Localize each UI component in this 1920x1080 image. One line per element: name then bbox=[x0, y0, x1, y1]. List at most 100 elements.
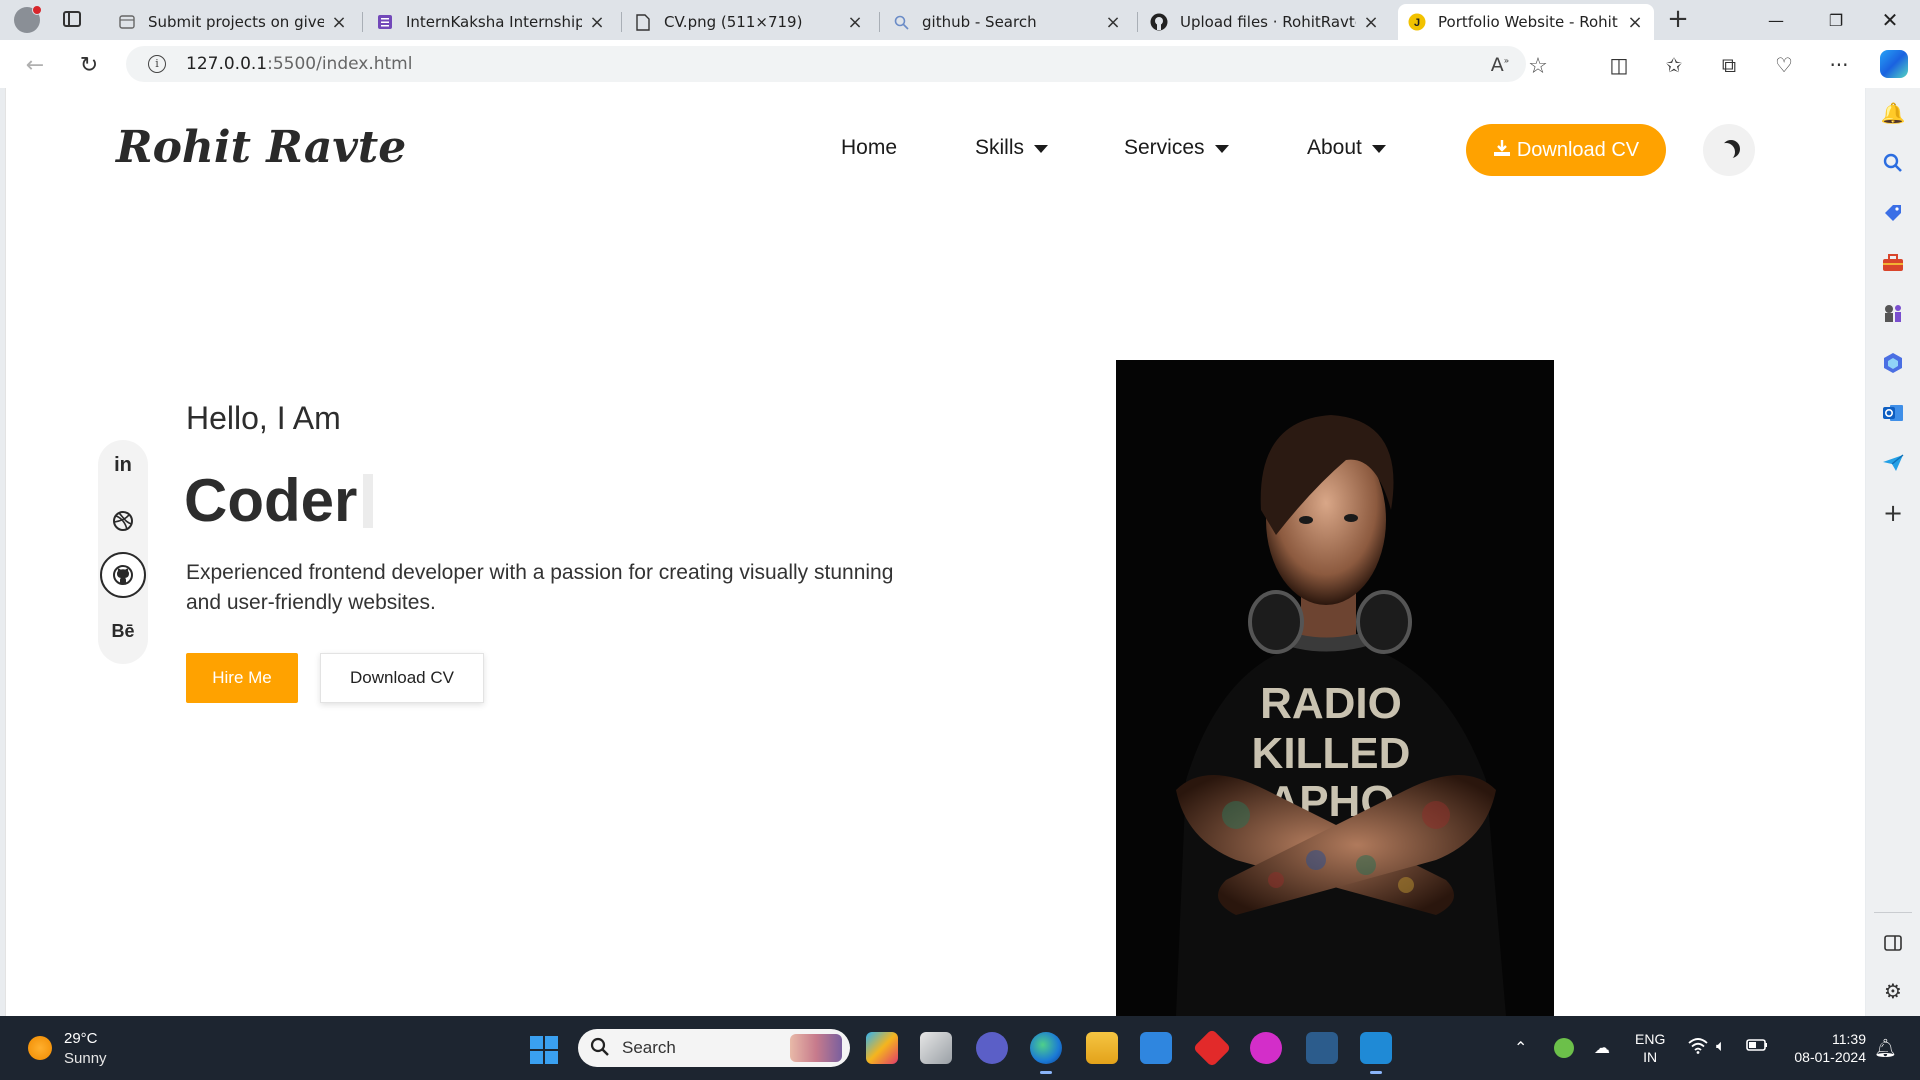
browser-tab[interactable]: CV.png (511×719) × bbox=[624, 4, 874, 40]
hide-sidebar-icon[interactable] bbox=[1880, 930, 1906, 956]
weather-condition[interactable]: Sunny bbox=[64, 1050, 107, 1067]
close-tab-icon[interactable]: × bbox=[1104, 12, 1122, 33]
language-indicator[interactable]: ENG IN bbox=[1635, 1030, 1665, 1066]
remote-desktop-icon[interactable] bbox=[1306, 1032, 1338, 1064]
onedrive-cloud-icon[interactable]: ☁ bbox=[1594, 1038, 1610, 1058]
new-tab-button[interactable]: + bbox=[1664, 6, 1692, 34]
profile-avatar[interactable] bbox=[14, 5, 42, 33]
task-view-icon[interactable] bbox=[920, 1032, 952, 1064]
search-icon bbox=[892, 13, 910, 31]
tab-title: CV.png (511×719) bbox=[664, 13, 803, 31]
more-options-icon[interactable]: ··· bbox=[1826, 52, 1852, 78]
browser-tab[interactable]: InternKaksha Internship Su × bbox=[366, 4, 616, 40]
bell-icon[interactable]: 🔔 bbox=[1880, 100, 1906, 126]
battery-icon[interactable] bbox=[1746, 1038, 1768, 1057]
nav-label: About bbox=[1307, 136, 1362, 159]
wps-office-icon[interactable] bbox=[1250, 1032, 1282, 1064]
search-placeholder: Search bbox=[622, 1038, 676, 1057]
tab-title: Submit projects on given l bbox=[148, 13, 324, 31]
hero-download-cv-button[interactable]: Download CV bbox=[320, 653, 484, 703]
windows-taskbar: 29°C Sunny Search ⌃ ☁ ENG IN 🔈︎ 11:39 08… bbox=[0, 1016, 1920, 1080]
hero-greeting: Hello, I Am bbox=[186, 400, 341, 436]
favorite-star-icon[interactable]: ☆ bbox=[1526, 54, 1550, 79]
close-tab-icon[interactable]: × bbox=[1626, 12, 1644, 33]
close-window-button[interactable]: ✕ bbox=[1860, 0, 1920, 40]
add-sidebar-app-icon[interactable]: + bbox=[1880, 499, 1906, 527]
hero-description: Experienced frontend developer with a pa… bbox=[186, 561, 894, 614]
taskbar-search[interactable]: Search bbox=[578, 1029, 850, 1067]
nav-services[interactable]: Services bbox=[1124, 136, 1229, 160]
tab-divider bbox=[621, 12, 622, 32]
show-hidden-icons-chevron-icon[interactable]: ⌃ bbox=[1514, 1038, 1527, 1058]
behance-icon[interactable]: Bē bbox=[100, 608, 146, 654]
github-icon[interactable] bbox=[100, 552, 146, 598]
read-aloud-icon[interactable]: A» bbox=[1488, 54, 1512, 78]
search-icon[interactable] bbox=[1880, 150, 1906, 176]
page-viewport: Rohit Ravte Home Skills Services About D… bbox=[5, 88, 1865, 1016]
favorites-icon[interactable]: ✩ bbox=[1661, 52, 1687, 78]
split-screen-icon[interactable]: ◫ bbox=[1606, 52, 1632, 78]
volume-icon[interactable]: 🔈︎ bbox=[1716, 1038, 1726, 1056]
copilot-preview-app-icon[interactable] bbox=[866, 1032, 898, 1064]
edge-browser-icon[interactable] bbox=[1030, 1032, 1062, 1074]
notification-bell-icon[interactable]: 🔔︎ bbox=[1874, 1038, 1897, 1059]
tools-icon[interactable] bbox=[1880, 250, 1906, 276]
send-icon[interactable] bbox=[1880, 450, 1906, 476]
hire-me-button[interactable]: Hire Me bbox=[186, 653, 298, 703]
games-icon[interactable] bbox=[1880, 300, 1906, 326]
address-bar[interactable]: i 127.0.0.1:5500/index.html A» ☆ bbox=[126, 46, 1548, 82]
site-info-icon[interactable]: i bbox=[148, 55, 166, 73]
windows-start-icon[interactable] bbox=[530, 1036, 558, 1064]
wifi-icon[interactable] bbox=[1688, 1038, 1708, 1059]
social-links: in Bē bbox=[98, 440, 148, 664]
caret-down-icon bbox=[1214, 145, 1229, 153]
nav-about[interactable]: About bbox=[1307, 136, 1386, 160]
nav-home[interactable]: Home bbox=[841, 136, 897, 160]
copilot-icon[interactable] bbox=[1880, 50, 1908, 78]
browser-tab[interactable]: Upload files · RohitRavte/P × bbox=[1140, 4, 1390, 40]
minimize-button[interactable]: — bbox=[1746, 0, 1806, 40]
vscode-icon[interactable] bbox=[1360, 1032, 1392, 1074]
close-tab-icon[interactable]: × bbox=[588, 12, 606, 33]
restore-button[interactable]: ❐ bbox=[1806, 0, 1866, 40]
close-tab-icon[interactable]: × bbox=[330, 12, 348, 33]
collections-icon[interactable]: ⧉ bbox=[1716, 52, 1742, 78]
close-tab-icon[interactable]: × bbox=[846, 12, 864, 33]
nav-label: Services bbox=[1124, 136, 1205, 159]
weather-temperature[interactable]: 29°C bbox=[64, 1030, 98, 1047]
forms-icon bbox=[376, 13, 394, 31]
tray-app-icon[interactable] bbox=[1554, 1038, 1574, 1058]
file-explorer-icon[interactable] bbox=[1086, 1032, 1118, 1064]
red-app-icon[interactable] bbox=[1192, 1028, 1232, 1068]
settings-gear-icon[interactable]: ⚙ bbox=[1880, 978, 1906, 1004]
refresh-button[interactable]: ↻ bbox=[74, 50, 104, 80]
system-clock[interactable]: 11:39 08-01-2024 bbox=[1786, 1030, 1866, 1066]
outlook-icon[interactable] bbox=[1880, 400, 1906, 426]
mail-icon[interactable] bbox=[1140, 1032, 1172, 1064]
site-logo[interactable]: Rohit Ravte bbox=[116, 122, 406, 173]
typing-cursor bbox=[363, 474, 373, 528]
theme-toggle-button[interactable] bbox=[1703, 124, 1755, 176]
dribbble-icon[interactable] bbox=[100, 498, 146, 544]
browser-tab[interactable]: github - Search × bbox=[882, 4, 1132, 40]
teams-chat-icon[interactable] bbox=[976, 1032, 1008, 1064]
browser-essentials-icon[interactable]: ♡ bbox=[1771, 52, 1797, 78]
browser-tab-active[interactable]: J Portfolio Website - Rohit R × bbox=[1398, 4, 1654, 40]
nav-skills[interactable]: Skills bbox=[975, 136, 1049, 160]
header-download-cv-button[interactable]: Download CV bbox=[1466, 124, 1666, 176]
caret-down-icon bbox=[1034, 145, 1049, 153]
sunny-weather-icon[interactable] bbox=[28, 1036, 52, 1060]
tab-actions-icon[interactable] bbox=[63, 11, 81, 27]
url-text[interactable]: 127.0.0.1:5500/index.html bbox=[186, 54, 412, 74]
github-icon bbox=[1150, 13, 1168, 31]
shopping-tag-icon[interactable] bbox=[1880, 200, 1906, 226]
browser-tab-strip: Submit projects on given l × InternKaksh… bbox=[0, 0, 1920, 40]
close-tab-icon[interactable]: × bbox=[1362, 12, 1380, 33]
tab-divider bbox=[879, 12, 880, 32]
svg-text:KILLED: KILLED bbox=[1252, 729, 1411, 778]
linkedin-icon[interactable]: in bbox=[100, 442, 146, 488]
office-icon[interactable] bbox=[1880, 350, 1906, 376]
browser-tab[interactable]: Submit projects on given l × bbox=[108, 4, 358, 40]
back-button[interactable]: ← bbox=[20, 50, 50, 80]
download-cv-label: Download CV bbox=[1516, 138, 1640, 161]
